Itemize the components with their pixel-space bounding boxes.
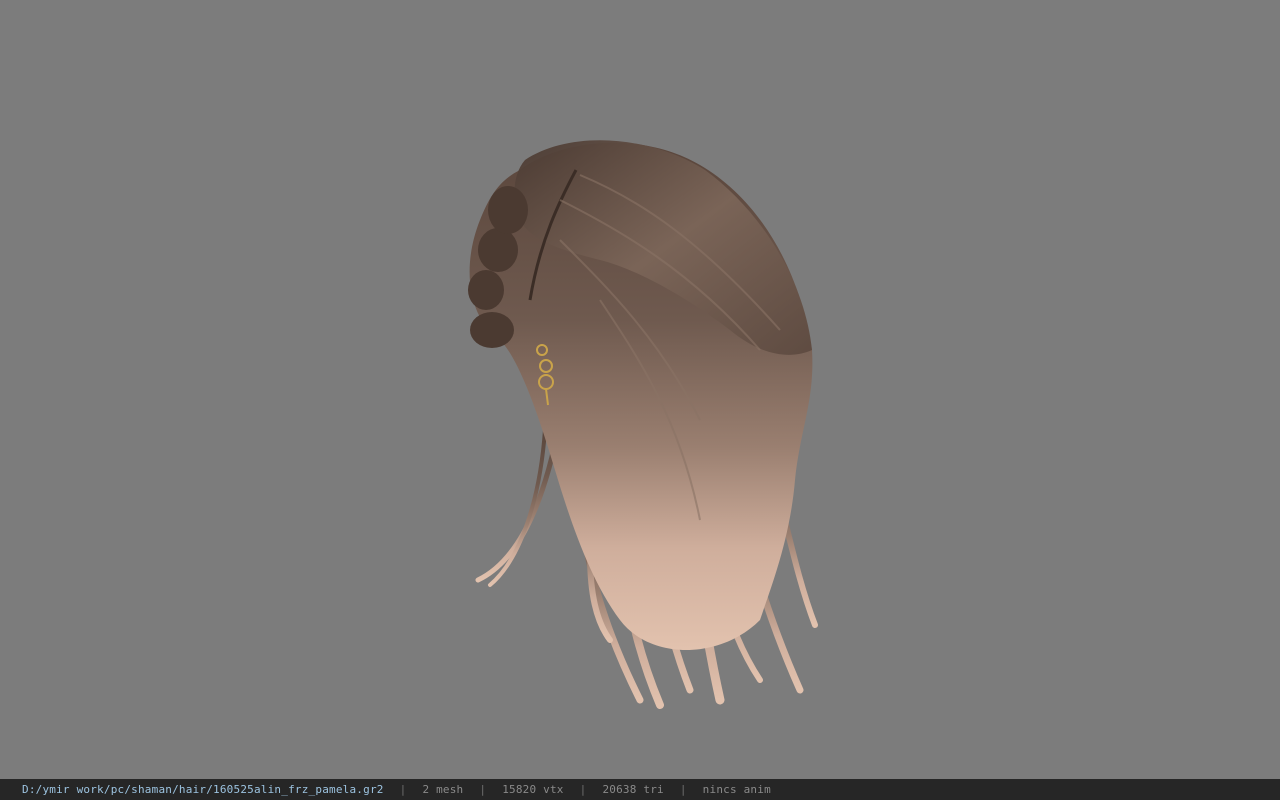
triangle-count: 20638 tri	[602, 783, 664, 796]
vertex-count: 15820 vtx	[502, 783, 564, 796]
separator: |	[679, 783, 687, 796]
status-bar: D:/ymir work/pc/shaman/hair/160525alin_f…	[0, 779, 1280, 800]
mesh-count: 2 mesh	[422, 783, 464, 796]
3d-viewport[interactable]	[0, 0, 1280, 779]
separator: |	[579, 783, 587, 796]
file-path: D:/ymir work/pc/shaman/hair/160525alin_f…	[22, 783, 384, 796]
animation-status: nincs anim	[702, 783, 771, 796]
hair-model-icon[interactable]	[0, 0, 1280, 779]
separator: |	[399, 783, 407, 796]
separator: |	[479, 783, 487, 796]
